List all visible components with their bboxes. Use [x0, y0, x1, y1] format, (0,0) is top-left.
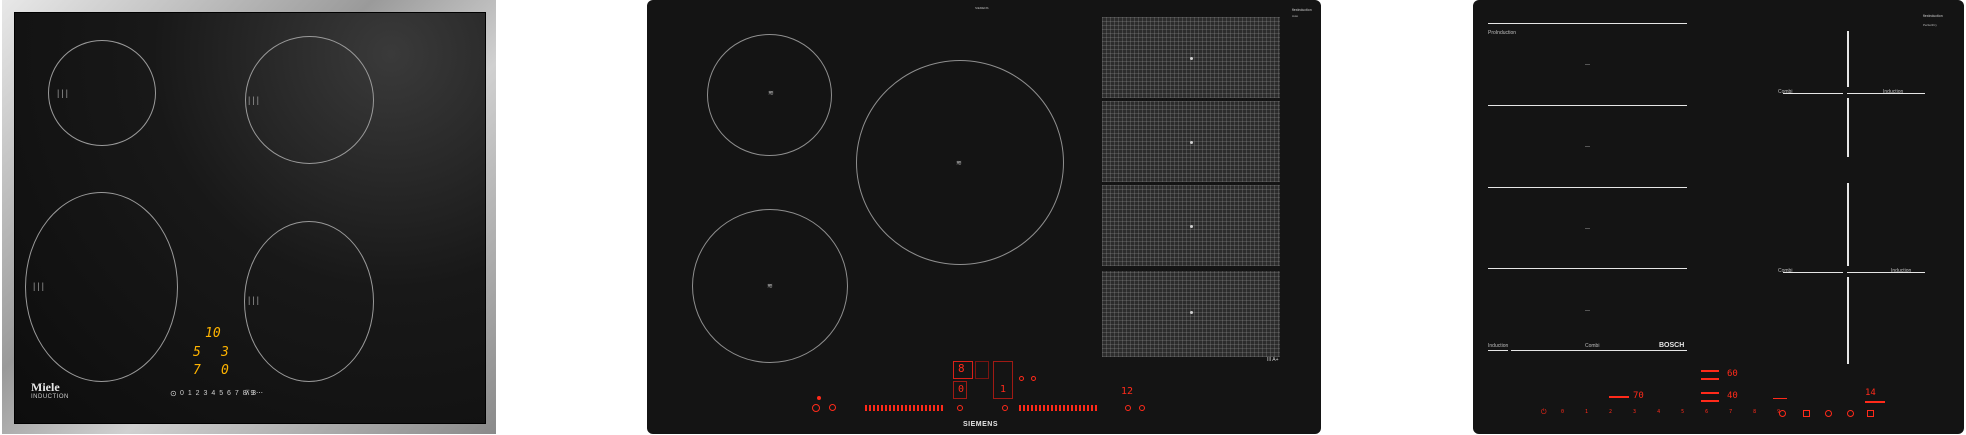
- siemens-display-left: 8: [958, 362, 965, 375]
- siemens-cooktop: SIEMENS flexInduction Auto ≋ ≋ ≋ III A+ …: [647, 0, 1321, 434]
- siemens-power-slider-right[interactable]: [1019, 405, 1099, 411]
- miele-power-icon[interactable]: ⊙: [170, 389, 177, 398]
- bosch-induction-label: Induction: [1891, 268, 1912, 274]
- siemens-lock-icon[interactable]: [829, 404, 836, 411]
- miele-zone-front-left[interactable]: [25, 192, 178, 382]
- miele-cooktop-frame: ||| ||| ||| ||| 10 5 3 7 0 ⊙ 0 1 2 3 4 5…: [2, 0, 496, 434]
- bosch-zone-line: [1488, 187, 1687, 188]
- siemens-flex-panel-3[interactable]: [1102, 185, 1280, 266]
- miele-display-left-bot: 7: [193, 363, 201, 378]
- power-icon[interactable]: ⏻: [1541, 408, 1547, 417]
- siemens-minus-icon[interactable]: [1002, 405, 1008, 411]
- siemens-small-indicator: [1031, 376, 1036, 381]
- bosch-combi-label: Combi: [1778, 89, 1793, 95]
- bosch-right-zone-line: [1847, 277, 1849, 364]
- bosch-right-zone-line: [1847, 98, 1849, 157]
- bosch-sensor-bar[interactable]: [1701, 370, 1719, 372]
- bosch-minus-icon[interactable]: [1825, 410, 1832, 417]
- miele-display-left-mid: 5: [193, 345, 201, 360]
- bosch-right-zone-line: [1847, 272, 1925, 273]
- siemens-flex-panel-4[interactable]: [1102, 271, 1280, 357]
- siemens-display-mid: 0: [958, 384, 965, 395]
- bosch-timer-icon[interactable]: [1779, 410, 1786, 417]
- bosch-zone-mark: —: [1585, 62, 1590, 68]
- bosch-zone-line: [1511, 350, 1687, 351]
- bosch-sensor-bar[interactable]: [1701, 378, 1719, 380]
- miele-zone-front-right[interactable]: [244, 221, 374, 382]
- bosch-zone-line: [1488, 268, 1687, 269]
- miele-zone-marker: |||: [33, 281, 47, 291]
- bosch-right-value: 14: [1865, 388, 1876, 398]
- bosch-zone-line: [1488, 105, 1687, 106]
- bosch-indicator-bar: [1865, 401, 1885, 403]
- bosch-induction-label: Induction: [1883, 89, 1904, 95]
- miele-logo: Miele: [31, 380, 60, 394]
- siemens-zone-symbol: ≋: [767, 283, 773, 290]
- bosch-left-value: 70: [1633, 391, 1644, 401]
- miele-timer-icon[interactable]: ⊼ 3⋯: [245, 389, 263, 397]
- bosch-perfectfry-badge: PerfectFry: [1923, 23, 1937, 27]
- miele-zone-marker: |||: [248, 95, 262, 105]
- siemens-display-box: [975, 361, 989, 379]
- bosch-cooktop: flexInduction PerfectFry ProInduction — …: [1473, 0, 1964, 434]
- siemens-zone-symbol: ≋: [956, 160, 962, 167]
- bosch-plus-icon[interactable]: [1847, 410, 1854, 417]
- siemens-top-label: SIEMENS: [975, 6, 989, 10]
- miele-glass-surface: ||| ||| ||| ||| 10 5 3 7 0 ⊙ 0 1 2 3 4 5…: [14, 12, 486, 424]
- bosch-sensor-bar[interactable]: [1701, 400, 1719, 402]
- bosch-flex-badge: flexInduction: [1923, 14, 1943, 18]
- siemens-plus-icon[interactable]: [957, 405, 963, 411]
- siemens-timer-icon[interactable]: [1125, 405, 1131, 411]
- siemens-auto-badge: Auto: [1292, 14, 1299, 18]
- miele-zone-rear-right[interactable]: [245, 36, 374, 164]
- bosch-right-zone-line: [1847, 31, 1849, 87]
- bosch-temp-bot: 40: [1727, 391, 1738, 401]
- bosch-logo: BOSCH: [1659, 342, 1685, 349]
- bosch-indicator-bar: [1773, 398, 1787, 399]
- bosch-sensor-bar[interactable]: [1701, 392, 1719, 394]
- bosch-power-scale[interactable]: 0 1 2 3 4 5 6 7 8 9: [1561, 409, 1789, 415]
- bosch-zone-mark: —: [1585, 226, 1590, 232]
- bosch-right-zone-line: [1847, 183, 1849, 266]
- bosch-proinduction-label: ProInduction: [1488, 30, 1517, 36]
- miele-induction-label: INDUCTION: [31, 394, 69, 400]
- bosch-zone-mark: —: [1585, 144, 1590, 150]
- siemens-logo: SIEMENS: [963, 421, 999, 428]
- siemens-display-right: 1: [1000, 384, 1007, 395]
- siemens-timer-display: 12: [1121, 386, 1134, 397]
- siemens-zone-symbol: ≋: [768, 90, 774, 97]
- siemens-indicator-dot: [817, 396, 821, 400]
- power-icon[interactable]: [812, 404, 820, 412]
- bosch-zone-mark: —: [1585, 308, 1590, 314]
- miele-display-right-bot: 0: [221, 363, 229, 378]
- miele-zone-marker: |||: [57, 88, 71, 98]
- bosch-lock-icon[interactable]: [1867, 410, 1874, 417]
- siemens-flex-badge: flexInduction: [1292, 8, 1312, 12]
- bosch-combi-label: Combi: [1585, 343, 1600, 349]
- siemens-flex-icon[interactable]: [1139, 405, 1145, 411]
- bosch-flex-icon[interactable]: [1803, 410, 1810, 417]
- siemens-flex-panel-1[interactable]: [1102, 17, 1280, 98]
- miele-display-top: 10: [205, 326, 221, 341]
- siemens-panel-label: III A+: [1267, 357, 1279, 363]
- bosch-zone-line: [1488, 23, 1687, 24]
- siemens-flex-panel-2[interactable]: [1102, 101, 1280, 182]
- miele-zone-marker: |||: [248, 295, 262, 305]
- bosch-indicator-bar: [1609, 396, 1629, 398]
- bosch-combi-label: Combi: [1778, 268, 1793, 274]
- siemens-small-indicator: [1019, 376, 1024, 381]
- bosch-zone-line: [1488, 350, 1508, 351]
- siemens-power-slider-left[interactable]: [865, 405, 945, 411]
- bosch-induction-label: Induction: [1488, 343, 1509, 349]
- miele-display-right-mid: 3: [221, 345, 229, 360]
- bosch-temp-top: 60: [1727, 369, 1738, 379]
